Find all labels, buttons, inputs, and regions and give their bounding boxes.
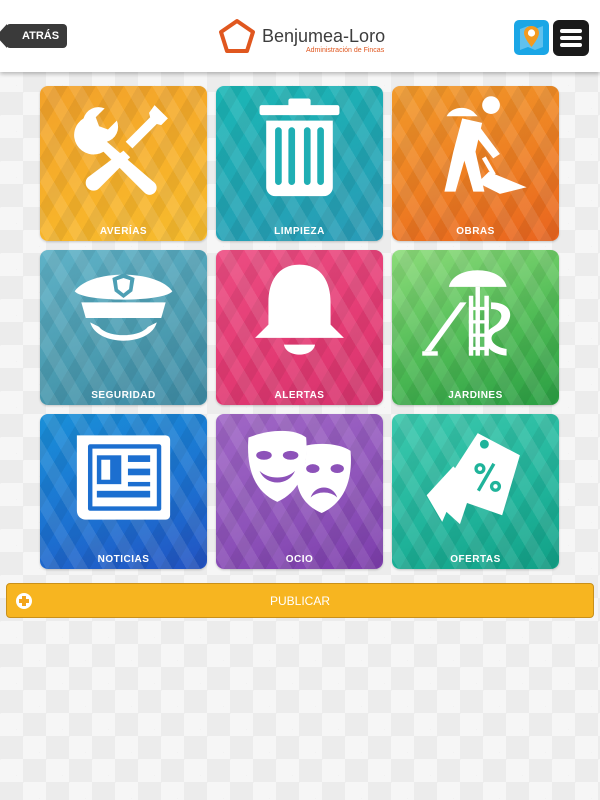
publish-button[interactable]: PUBLICAR	[6, 583, 594, 618]
map-pin-icon	[520, 26, 543, 50]
tile-ofertas[interactable]: OFERTAS	[392, 414, 559, 569]
menu-bar	[560, 43, 582, 47]
tile-label: LIMPIEZA	[274, 226, 325, 237]
wrench-screwdriver-icon	[74, 105, 168, 195]
tile-label: SEGURIDAD	[91, 390, 156, 401]
playground-slide-icon	[422, 270, 511, 356]
bell-icon	[255, 264, 344, 355]
tile-ocio[interactable]: OCIO	[216, 414, 383, 569]
tile-label: NOTICIAS	[97, 554, 150, 565]
discount-tag-icon	[426, 433, 520, 525]
tile-label: OBRAS	[456, 226, 495, 237]
tile-alertas[interactable]: ALERTAS	[216, 250, 383, 405]
house-logo-icon	[219, 19, 255, 53]
tile-noticias[interactable]: NOTICIAS	[40, 414, 207, 569]
logo-subtitle: Administración de Fincas	[306, 47, 385, 54]
newspaper-icon	[76, 435, 171, 520]
menu-bar	[560, 36, 582, 40]
tile-obras[interactable]: OBRAS	[392, 86, 559, 241]
tile-label: OFERTAS	[450, 554, 501, 565]
tile-label: AVERÍAS	[99, 226, 148, 237]
police-cap-icon	[74, 273, 173, 341]
logo: Benjumea-Loro Administración de Fincas	[218, 18, 388, 58]
logo-name: Benjumea-Loro	[262, 26, 386, 46]
theater-masks-icon	[248, 430, 351, 514]
back-button[interactable]: ATRÁS	[0, 24, 68, 48]
tile-label: ALERTAS	[274, 390, 325, 401]
worker-shovel-icon	[444, 96, 527, 194]
menu-button[interactable]	[553, 20, 589, 56]
tile-jardines[interactable]: JARDINES	[392, 250, 559, 405]
tile-label: OCIO	[285, 554, 314, 565]
trash-bin-icon	[259, 98, 340, 197]
app-header: ATRÁS Benjumea-Loro Administración de Fi…	[0, 0, 600, 72]
tile-limpieza[interactable]: LIMPIEZA	[216, 86, 383, 241]
tile-seguridad[interactable]: SEGURIDAD	[40, 250, 207, 405]
menu-bar	[560, 29, 582, 33]
tile-label: JARDINES	[448, 390, 503, 401]
publish-label: PUBLICAR	[269, 594, 331, 608]
tile-averias[interactable]: AVERÍAS	[40, 86, 207, 241]
map-button[interactable]	[514, 20, 549, 55]
